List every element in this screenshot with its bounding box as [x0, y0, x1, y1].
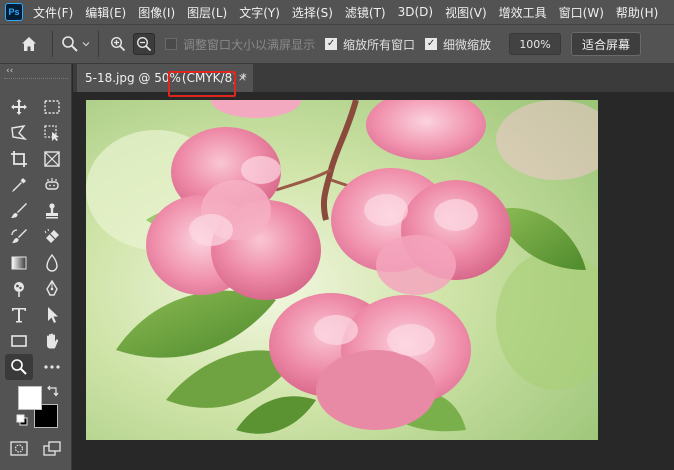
separator	[52, 31, 53, 57]
collapse-panel-icon[interactable]: ‹‹	[6, 66, 13, 76]
pen-tool-icon	[46, 280, 58, 296]
rectangle-tool-icon	[11, 335, 27, 347]
zoom-icon	[62, 36, 78, 52]
rectangle-tool[interactable]	[5, 328, 33, 354]
dodge-tool-icon	[14, 282, 24, 297]
document-image	[86, 100, 598, 440]
eraser-tool[interactable]	[38, 224, 66, 250]
brush-tool[interactable]	[5, 198, 33, 224]
home-button[interactable]	[14, 29, 44, 59]
screen-mode-icon	[43, 441, 61, 456]
more-tools-icon	[44, 365, 60, 369]
crop-tool[interactable]	[5, 146, 33, 172]
checkmark-icon: ✓	[425, 38, 438, 50]
menu-image[interactable]: 图像(I)	[138, 4, 175, 21]
eyedropper-tool[interactable]	[5, 172, 33, 198]
zoom-tool-preset[interactable]	[61, 35, 90, 53]
frame-tool-icon	[44, 151, 60, 167]
menu-view[interactable]: 视图(V)	[445, 4, 487, 21]
spot-heal-tool[interactable]	[38, 172, 66, 198]
scrubby-zoom-checkbox[interactable]: ✓ 细微缩放	[425, 36, 491, 53]
menu-type[interactable]: 文字(Y)	[239, 4, 280, 21]
gradient-tool-icon	[11, 256, 27, 270]
panel-grip[interactable]	[4, 78, 68, 82]
menu-3d[interactable]: 3D(D)	[398, 5, 433, 19]
close-icon[interactable]: ×	[238, 71, 247, 84]
document-tab-name: 5-18.jpg @ 50%	[85, 71, 181, 85]
zoom-tool-icon	[11, 359, 27, 375]
menu-layer[interactable]: 图层(L)	[187, 4, 227, 21]
zoom-out-button[interactable]	[133, 33, 155, 55]
menu-window[interactable]: 窗口(W)	[559, 4, 604, 21]
more-tools-button[interactable]	[38, 354, 66, 380]
menu-file[interactable]: 文件(F)	[33, 4, 73, 21]
hand-tool[interactable]	[38, 328, 66, 354]
move-tool-icon	[11, 99, 27, 115]
resize-windows-label: 调整窗口大小以满屏显示	[183, 37, 316, 52]
photoshop-logo[interactable]: Ps	[5, 3, 23, 21]
lasso-tool-icon	[11, 125, 28, 141]
menu-plugins[interactable]: 增效工具	[499, 4, 547, 21]
gradient-tool[interactable]	[5, 250, 33, 276]
zoom-all-windows-checkbox[interactable]: ✓ 缩放所有窗口	[325, 36, 415, 53]
fit-screen-button[interactable]: 适合屏幕	[571, 32, 642, 56]
resize-windows-checkbox[interactable]: 调整窗口大小以满屏显示	[165, 36, 315, 53]
pen-tool[interactable]	[38, 276, 66, 302]
spot-heal-tool-icon	[45, 178, 59, 190]
checkbox-box	[165, 38, 177, 50]
home-icon	[22, 37, 36, 51]
quick-mask-button[interactable]	[5, 436, 33, 462]
move-tool[interactable]	[5, 94, 33, 120]
type-tool-icon	[12, 308, 26, 323]
eraser-tool-icon	[44, 228, 59, 243]
foreground-color-swatch[interactable]	[18, 386, 42, 410]
dodge-tool[interactable]	[5, 276, 33, 302]
stamp-tool-icon	[46, 203, 58, 219]
type-tool[interactable]	[5, 302, 33, 328]
cherry-blossom-image	[86, 100, 598, 440]
object-select-tool[interactable]	[38, 120, 66, 146]
path-select-tool[interactable]	[38, 302, 66, 328]
screen-mode-button[interactable]	[38, 436, 66, 462]
path-select-tool-icon	[48, 307, 58, 323]
scrubby-zoom-label: 细微缩放	[443, 37, 492, 52]
lasso-tool[interactable]	[5, 120, 33, 146]
menu-edit[interactable]: 编辑(E)	[85, 4, 126, 21]
zoom-all-windows-label: 缩放所有窗口	[343, 37, 416, 52]
frame-tool[interactable]	[38, 146, 66, 172]
zoom-in-icon	[110, 36, 126, 52]
hand-tool-icon	[47, 333, 59, 349]
default-colors-icon[interactable]	[16, 414, 28, 426]
checkmark-icon: ✓	[325, 38, 338, 50]
swap-colors-icon[interactable]	[46, 384, 60, 398]
marquee-tool[interactable]	[38, 94, 66, 120]
object-select-tool-icon	[44, 125, 59, 141]
menu-help[interactable]: 帮助(H)	[616, 4, 658, 21]
quick-mask-icon	[10, 441, 28, 456]
tools-panel: ‹‹	[0, 64, 72, 470]
brush-tool-icon	[11, 203, 27, 218]
blur-tool[interactable]	[38, 250, 66, 276]
menu-select[interactable]: 选择(S)	[292, 4, 333, 21]
zoom-out-icon	[136, 36, 152, 52]
crop-tool-icon	[11, 151, 27, 167]
zoom-tool[interactable]	[5, 354, 33, 380]
history-brush-tool[interactable]	[5, 224, 33, 250]
eyedropper-tool-icon	[12, 178, 26, 192]
color-mode-highlight-box	[168, 71, 236, 97]
stamp-tool[interactable]	[38, 198, 66, 224]
zoom-in-button[interactable]	[107, 33, 129, 55]
chevron-down-icon	[82, 42, 90, 47]
document-tab-bar: 5-18.jpg @ 50% (CMYK/8) * ×	[73, 64, 674, 92]
separator	[98, 31, 99, 57]
zoom-100-button[interactable]: 100%	[509, 33, 562, 55]
menu-filter[interactable]: 滤镜(T)	[345, 4, 386, 21]
menu-bar: Ps 文件(F) 编辑(E) 图像(I) 图层(L) 文字(Y) 选择(S) 滤…	[0, 0, 674, 24]
history-brush-tool-icon	[11, 229, 27, 243]
blur-tool-icon	[46, 254, 58, 272]
marquee-tool-icon	[44, 100, 60, 114]
options-bar: 调整窗口大小以满屏显示 ✓ 缩放所有窗口 ✓ 细微缩放 100% 适合屏幕	[0, 24, 674, 64]
